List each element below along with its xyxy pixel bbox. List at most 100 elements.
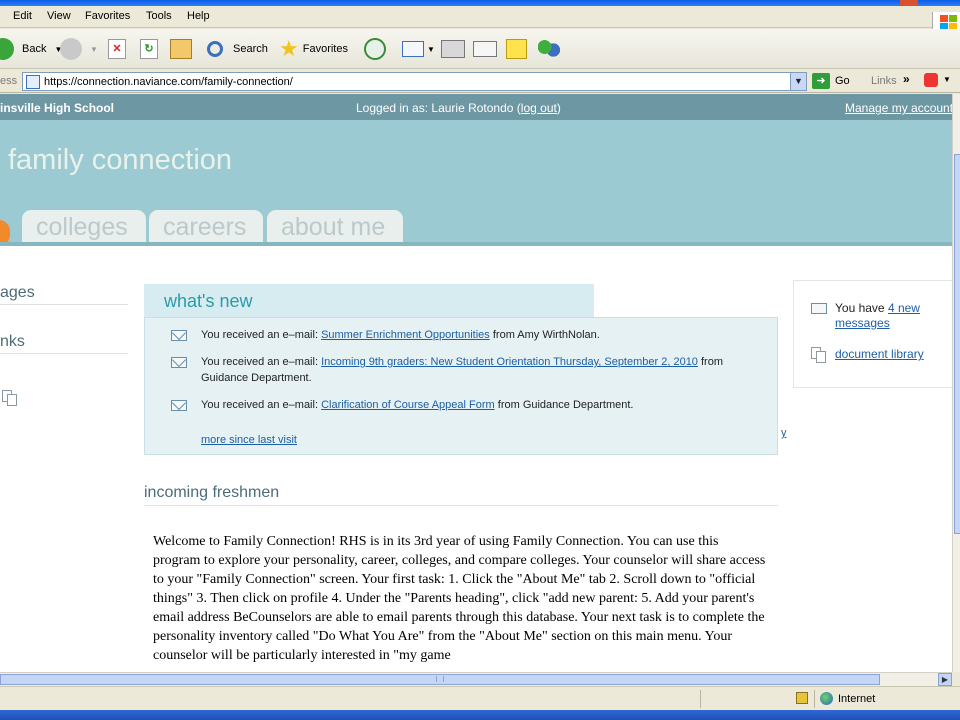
logged-in-status: Logged in as: Laurie Rotondo (log out): [356, 101, 561, 115]
messenger-button[interactable]: [538, 35, 560, 63]
stray-link-fragment[interactable]: y: [781, 427, 787, 439]
horizontal-scrollbar[interactable]: ▶: [0, 672, 952, 686]
refresh-button[interactable]: ↻: [140, 35, 158, 63]
security-zone: Internet: [838, 693, 876, 705]
globe-icon: [820, 692, 833, 705]
item-prefix: You received an e–mail:: [201, 356, 322, 368]
favorites-label: Favorites: [302, 43, 348, 55]
address-url[interactable]: https://connection.naviance.com/family-c…: [44, 76, 293, 88]
go-button[interactable]: ➜ Go: [812, 73, 850, 89]
logout-link[interactable]: log out: [521, 101, 557, 115]
school-name: insville High School: [0, 101, 115, 115]
page-icon: [26, 75, 40, 89]
email-icon: [171, 400, 187, 411]
go-arrow-icon: ➜: [812, 73, 830, 89]
menu-tools[interactable]: Tools: [146, 10, 172, 22]
email-link-course-appeal[interactable]: Clarification of Course Appeal Form: [321, 399, 495, 411]
history-icon: [364, 38, 386, 60]
scrollbar-corner: [952, 672, 960, 686]
search-icon: [207, 41, 223, 57]
stop-button[interactable]: ✕: [108, 35, 126, 63]
item-prefix: You received an e–mail:: [201, 399, 322, 411]
document-library-icon: [811, 347, 827, 363]
manage-account-link[interactable]: Manage my account: [845, 101, 952, 115]
tab-careers[interactable]: careers: [149, 210, 263, 246]
logged-in-prefix: Logged in as: Laurie Rotondo (: [356, 101, 521, 115]
sidebar-heading-links: nks: [0, 333, 128, 354]
whats-new-item: You received an e–mail: Clarification of…: [201, 397, 761, 413]
printer-icon: [441, 40, 465, 58]
links-chevron-icon[interactable]: »: [903, 72, 910, 86]
email-link-summer-enrichment[interactable]: Summer Enrichment Opportunities: [321, 329, 490, 341]
page-viewport: insville High School Logged in as: Lauri…: [0, 94, 952, 672]
lock-icon: [796, 692, 808, 704]
header-divider: [0, 242, 952, 246]
menu-favorites[interactable]: Favorites: [85, 10, 130, 22]
whats-new-tab: what's new: [144, 284, 594, 319]
menu-bar: Edit View Favorites Tools Help: [0, 6, 960, 34]
address-dropdown-button[interactable]: ▼: [790, 73, 806, 90]
chevron-down-icon: ▼: [427, 44, 435, 54]
print-button[interactable]: [441, 35, 465, 63]
document-library-link[interactable]: document library: [835, 347, 924, 361]
star-icon: ★: [279, 36, 299, 61]
new-messages-text: You have 4 new messages: [835, 301, 945, 331]
site-header: family connection colleges careers about…: [0, 120, 952, 246]
incoming-freshmen-heading: incoming freshmen: [144, 484, 778, 506]
menu-edit[interactable]: Edit: [13, 10, 32, 22]
favorites-button[interactable]: ★ Favorites: [279, 35, 348, 63]
zone-cell: [814, 690, 960, 708]
address-label: ess: [0, 75, 18, 87]
messenger-icon: [538, 39, 560, 59]
discuss-button[interactable]: [506, 35, 527, 63]
more-since-last-visit-link[interactable]: more since last visit: [201, 434, 297, 446]
mail-icon: [402, 41, 424, 57]
email-icon: [171, 330, 187, 341]
email-icon: [811, 303, 827, 314]
vertical-scrollbar[interactable]: [952, 94, 960, 672]
sidebar-heading-messages: ages: [0, 284, 128, 305]
vertical-scroll-thumb[interactable]: [954, 154, 960, 534]
home-button[interactable]: [170, 35, 192, 63]
edit-button[interactable]: [473, 35, 497, 63]
go-label: Go: [835, 75, 850, 87]
menu-view[interactable]: View: [47, 10, 71, 22]
messages-panel: You have 4 new messages document library: [793, 280, 952, 388]
extension-icon[interactable]: ▼: [924, 73, 954, 89]
forward-button[interactable]: ▼: [60, 35, 98, 63]
search-button[interactable]: Search: [207, 35, 268, 63]
status-cell: [700, 690, 790, 708]
menu-help[interactable]: Help: [187, 10, 210, 22]
taskbar: [0, 710, 960, 720]
incoming-freshmen-body: Welcome to Family Connection! RHS is in …: [153, 534, 766, 663]
whats-new-item: You received an e–mail: Incoming 9th gra…: [201, 354, 741, 386]
logged-in-suffix: ): [556, 101, 561, 115]
scroll-right-button[interactable]: ▶: [938, 673, 952, 686]
chevron-down-icon: ▼: [90, 44, 98, 54]
mail-button[interactable]: ▼: [402, 35, 435, 63]
whats-new-title: what's new: [164, 291, 253, 311]
links-label[interactable]: Links: [871, 75, 897, 87]
item-suffix: from Guidance Department.: [494, 399, 634, 411]
home-icon: [170, 39, 192, 59]
back-arrow-icon: [0, 38, 14, 60]
stop-icon: ✕: [108, 39, 126, 59]
site-top-bar: insville High School Logged in as: Lauri…: [0, 94, 952, 120]
whats-new-panel: You received an e–mail: Summer Enrichmen…: [144, 317, 778, 455]
address-bar: ess https://connection.naviance.com/fami…: [0, 70, 960, 93]
documents-icon[interactable]: [2, 390, 18, 406]
new-messages-prefix: You have: [835, 301, 888, 315]
history-button[interactable]: [364, 35, 386, 63]
back-button[interactable]: Back ▼: [0, 35, 62, 63]
address-input[interactable]: https://connection.naviance.com/family-c…: [22, 72, 807, 91]
tab-about-me[interactable]: about me: [267, 210, 403, 246]
email-link-orientation[interactable]: Incoming 9th graders: New Student Orient…: [321, 356, 698, 368]
status-bar: Internet: [0, 686, 960, 710]
refresh-icon: ↻: [140, 39, 158, 59]
search-label: Search: [233, 43, 268, 55]
edit-page-icon: [473, 41, 497, 57]
note-icon: [506, 39, 527, 59]
site-brand: family connection: [8, 144, 233, 176]
tab-colleges[interactable]: colleges: [22, 210, 146, 246]
whats-new-item: You received an e–mail: Summer Enrichmen…: [201, 327, 761, 343]
